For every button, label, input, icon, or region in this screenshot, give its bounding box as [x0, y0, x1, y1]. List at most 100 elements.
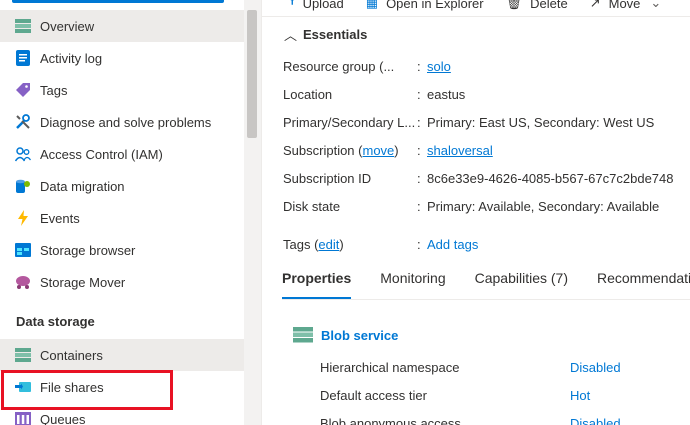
anonymous-access-link[interactable]: Disabled [570, 416, 621, 425]
blob-key: Hierarchical namespace [320, 359, 460, 375]
command-bar: ⭱ Upload ▦ Open in Explorer 🗑 Delete ↗ M… [262, 0, 661, 13]
tag-icon [14, 81, 32, 99]
main-content: ⭱ Upload ▦ Open in Explorer 🗑 Delete ↗ M… [262, 0, 690, 425]
blob-service-icon [293, 327, 313, 343]
sidebar-item-containers[interactable]: Containers [0, 339, 244, 371]
essentials-row-subscription-id: Subscription ID : 8c6e33e9-4626-4085-b56… [283, 170, 674, 186]
upload-button[interactable]: ⭱ Upload [290, 0, 344, 14]
blob-row-anonymous-access: Blob anonymous access Disabled [320, 413, 621, 425]
essentials-row-tags: Tags (edit) : Add tags [283, 236, 479, 252]
tags-key-end: ) [339, 236, 344, 252]
lightning-icon [14, 209, 32, 227]
essentials-row-subscription: Subscription (move) : shaloversal [283, 142, 493, 158]
subscription-link[interactable]: shaloversal [427, 143, 493, 158]
sidebar-item-label: Diagnose and solve problems [40, 114, 212, 130]
file-shares-icon [14, 378, 32, 396]
sidebar-item-label: Overview [40, 18, 95, 34]
sidebar-item-label: Data migration [40, 178, 125, 194]
prop-key: Primary/Secondary L... [283, 114, 416, 130]
move-button[interactable]: ↗ Move ⌄ [590, 0, 662, 11]
prop-key: Subscription ID [283, 170, 372, 186]
essentials-row-resource-group: Resource group (... : solo [283, 58, 451, 74]
sidebar-item-iam[interactable]: Access Control (IAM) [0, 138, 244, 170]
prop-key: Location [283, 86, 333, 102]
blob-row-default-access-tier: Default access tier Hot [320, 385, 590, 405]
prop-key: Subscription (move) [283, 143, 417, 158]
tab-capabilities[interactable]: Capabilities (7) [475, 270, 568, 298]
queues-icon [14, 410, 32, 425]
move-link[interactable]: move [362, 143, 394, 158]
essentials-title: Essentials [303, 27, 368, 42]
edit-tags-link[interactable]: edit [318, 237, 339, 252]
storage-browser-icon [14, 241, 32, 259]
sidebar-item-file-shares[interactable]: File shares [0, 371, 244, 403]
hierarchical-namespace-link[interactable]: Disabled [570, 360, 621, 375]
trash-icon: 🗑 [505, 0, 523, 10]
sidebar-item-label: Tags [40, 82, 68, 98]
sidebar-nav: Overview Activity log Tags Diagnose and … [0, 0, 244, 425]
activity-log-icon [14, 49, 32, 67]
delete-label: Delete [530, 0, 568, 11]
prop-key: Tags (edit) [283, 237, 417, 252]
blob-service-heading[interactable]: Blob service [293, 327, 398, 343]
tab-recommendations[interactable]: Recommendations [597, 270, 690, 298]
sidebar-item-queues[interactable]: Queues [0, 403, 244, 425]
prop-key-end: ) [394, 142, 399, 158]
delete-button[interactable]: 🗑 Delete [506, 0, 568, 11]
toolbar-divider [262, 16, 690, 17]
sidebar-item-events[interactable]: Events [0, 202, 244, 234]
tab-bar: Properties Monitoring Capabilities (7) R… [282, 270, 690, 300]
open-in-explorer-button[interactable]: ▦ Open in Explorer [366, 0, 484, 11]
chevron-down-icon: ⌄ [650, 0, 662, 10]
resource-group-link[interactable]: solo [427, 59, 451, 74]
prop-value: Primary: Available, Secondary: Available [427, 198, 660, 214]
essentials-row-primary-secondary: Primary/Secondary L... : Primary: East U… [283, 114, 655, 130]
sidebar-item-label: File shares [40, 379, 104, 395]
explorer-icon: ▦ [365, 0, 379, 10]
storage-mover-icon [14, 273, 32, 291]
sidebar-item-storage-mover[interactable]: Storage Mover [0, 266, 244, 298]
prop-value: Primary: East US, Secondary: West US [427, 114, 655, 130]
chevron-up-icon: ︿ [284, 28, 298, 43]
blob-key: Default access tier [320, 387, 427, 403]
sidebar-item-diagnose[interactable]: Diagnose and solve problems [0, 106, 244, 138]
default-access-tier-link[interactable]: Hot [570, 388, 590, 403]
sidebar-item-activity-log[interactable]: Activity log [0, 42, 244, 74]
essentials-toggle[interactable]: ︿ Essentials [284, 25, 367, 44]
arrow-icon: ↗ [589, 0, 601, 10]
tabs-divider [282, 299, 690, 300]
essentials-row-disk-state: Disk state : Primary: Available, Seconda… [283, 198, 660, 214]
open-in-explorer-label: Open in Explorer [386, 0, 484, 11]
prop-key: Disk state [283, 198, 341, 214]
blob-service-title: Blob service [321, 327, 399, 343]
sidebar-item-label: Queues [40, 411, 86, 425]
tags-key-text: Tags ( [283, 236, 319, 252]
upload-label: Upload [302, 0, 344, 11]
wrench-icon [14, 113, 32, 131]
section-title-data-storage: Data storage [16, 314, 95, 329]
search-box-edge [12, 0, 224, 3]
sidebar-item-overview[interactable]: Overview [0, 10, 244, 42]
prop-key-text: Subscription ( [283, 142, 363, 158]
sidebar-scrollbar-thumb[interactable] [247, 10, 257, 138]
containers-icon [14, 346, 32, 364]
prop-value: eastus [427, 86, 466, 102]
sidebar-item-data-migration[interactable]: Data migration [0, 170, 244, 202]
essentials-row-location: Location : eastus [283, 86, 466, 102]
tab-monitoring[interactable]: Monitoring [380, 270, 445, 298]
sidebar-item-storage-browser[interactable]: Storage browser [0, 234, 244, 266]
sidebar-item-tags[interactable]: Tags [0, 74, 244, 106]
prop-key: Resource group (... [283, 58, 395, 74]
blob-row-hierarchical-namespace: Hierarchical namespace Disabled [320, 357, 621, 377]
people-icon [14, 145, 32, 163]
sidebar-item-label: Access Control (IAM) [40, 146, 163, 162]
sidebar-item-label: Events [40, 210, 80, 226]
sidebar-item-label: Storage browser [40, 242, 136, 258]
overview-icon [14, 17, 32, 35]
upload-icon: ⭱ [290, 0, 295, 8]
data-migration-icon [14, 177, 32, 195]
sidebar-item-label: Activity log [40, 50, 103, 66]
add-tags-link[interactable]: Add tags [427, 237, 478, 252]
tab-properties[interactable]: Properties [282, 270, 352, 299]
sidebar-item-label: Containers [40, 347, 103, 363]
